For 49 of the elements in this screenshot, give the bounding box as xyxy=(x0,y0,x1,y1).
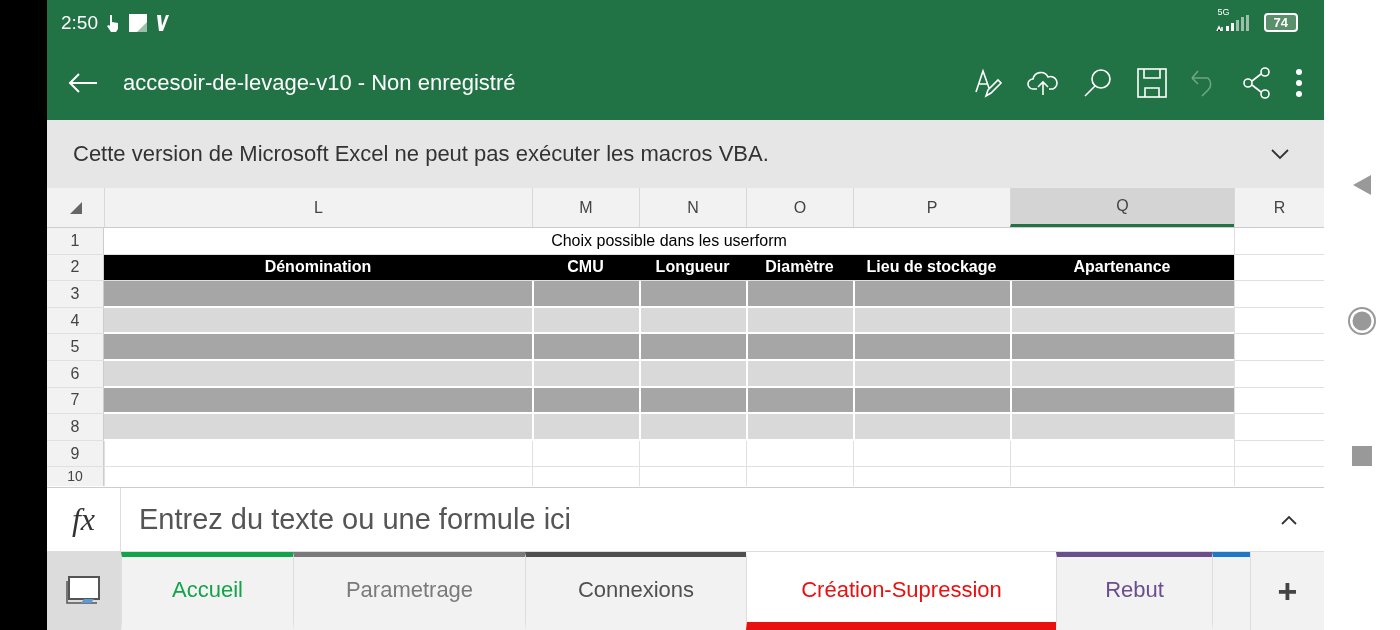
network-type: 5G xyxy=(1217,6,1230,17)
table-header-cell-text: Lieu de stockage xyxy=(865,257,998,278)
column-header[interactable]: M xyxy=(532,188,639,227)
table-header-cell-text: Apartenance xyxy=(1072,257,1172,278)
table-header-cell-text: CMU xyxy=(566,257,605,278)
table-cell-text: Choix possible dans les userform xyxy=(550,231,788,251)
v-logo-icon xyxy=(156,13,170,32)
row-number[interactable]: 5 xyxy=(47,334,104,360)
share-icon[interactable] xyxy=(1242,66,1272,99)
column-header[interactable]: L xyxy=(104,188,532,227)
row-number[interactable]: 2 xyxy=(47,254,104,281)
table-header-cell-text: Diamètre xyxy=(764,257,835,278)
document-title: accesoir-de-levage-v10 - Non enregistré xyxy=(123,69,516,96)
sheet-tab[interactable]: Création-Supression xyxy=(746,552,1056,630)
note-icon xyxy=(128,12,148,33)
table-header-cell-text: Longueur xyxy=(654,257,731,278)
row-number[interactable]: 8 xyxy=(47,414,104,440)
draw-icon[interactable] xyxy=(974,67,1004,98)
sheets-icon xyxy=(66,575,102,607)
clock-time: 2:50 xyxy=(61,11,98,34)
sheet-tab[interactable]: Parametrage xyxy=(293,552,525,630)
banner-message: Cette version de Microsoft Excel ne peut pas exécuter les macros VBA. xyxy=(73,141,769,167)
table-header-cell-text: Dénomination xyxy=(263,257,373,278)
column-header[interactable]: O xyxy=(746,188,853,227)
save-icon[interactable] xyxy=(1136,66,1168,99)
sheets-view-button[interactable] xyxy=(47,552,121,630)
sheet-tab[interactable] xyxy=(1212,552,1250,630)
hand-icon xyxy=(106,13,120,32)
row-number[interactable]: 4 xyxy=(47,307,104,334)
back-triangle-icon[interactable] xyxy=(1352,174,1372,196)
column-header[interactable]: Q xyxy=(1010,188,1234,227)
more-options-icon[interactable] xyxy=(1294,67,1304,98)
chevron-up-icon[interactable] xyxy=(1280,513,1298,526)
sheet-tab[interactable]: Connexions xyxy=(525,552,746,630)
battery-indicator: 74 xyxy=(1263,13,1298,32)
back-button[interactable] xyxy=(67,70,99,95)
row-number[interactable]: 10 xyxy=(47,467,104,487)
home-circle-icon[interactable] xyxy=(1347,306,1377,336)
signal-icon xyxy=(1215,14,1250,31)
search-icon[interactable] xyxy=(1082,66,1114,99)
sheet-tab[interactable]: Rebut xyxy=(1056,552,1212,630)
row-number[interactable]: 6 xyxy=(47,360,104,387)
chevron-down-icon[interactable] xyxy=(1270,148,1290,160)
column-header[interactable]: N xyxy=(639,188,746,227)
row-number[interactable]: 3 xyxy=(47,281,104,307)
select-all-icon[interactable] xyxy=(68,200,83,215)
row-number[interactable]: 1 xyxy=(47,228,104,254)
row-number[interactable]: 7 xyxy=(47,387,104,414)
row-number[interactable]: 9 xyxy=(47,440,104,467)
